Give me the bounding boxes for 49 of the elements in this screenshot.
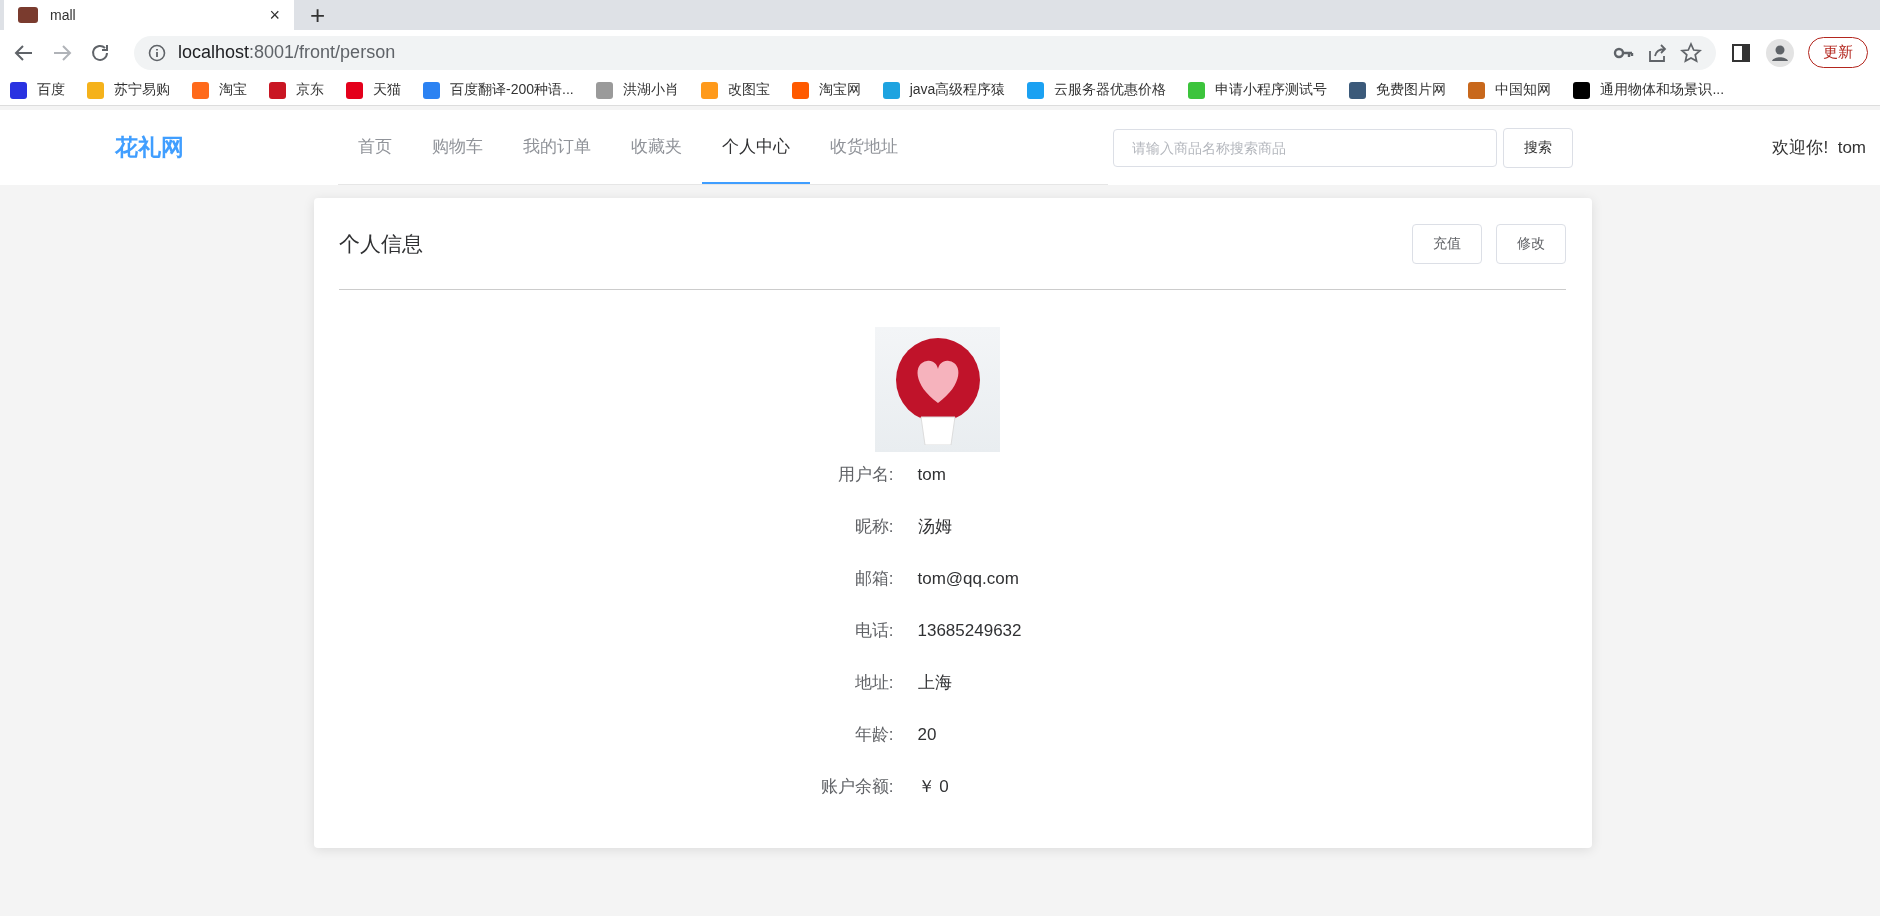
browser-tab[interactable]: mall ×: [4, 0, 294, 30]
field-value: ￥ 0: [917, 776, 950, 798]
field-label: 昵称:: [853, 516, 895, 538]
bookmark-link[interactable]: 苏宁易购: [114, 81, 170, 99]
field-label: 年龄:: [853, 724, 895, 746]
field-label: 地址:: [853, 672, 895, 694]
star-icon[interactable]: [1680, 41, 1702, 64]
favicon-icon: [18, 7, 38, 23]
bookmark-link[interactable]: 改图宝: [727, 81, 770, 99]
bookmark-link[interactable]: 云服务器优惠价格: [1054, 81, 1167, 99]
side-panel-icon[interactable]: [1730, 41, 1752, 64]
tab-title: mall: [50, 7, 77, 23]
card-title: 个人信息: [339, 231, 424, 257]
field-label: 用户名:: [836, 464, 895, 486]
bookmark-link[interactable]: 天猫: [373, 81, 401, 99]
field-label: 电话:: [853, 620, 895, 642]
field-label: 账户余额:: [819, 776, 895, 798]
field-value: tom: [917, 464, 947, 486]
bookmark-link[interactable]: 百度翻译-200种语...: [450, 81, 574, 99]
field-value: tom@qq.com: [917, 568, 1020, 590]
address-bar[interactable]: localhost:8001/front/person: [134, 35, 1716, 70]
bookmark-link[interactable]: 百度: [37, 81, 65, 99]
nav-tab[interactable]: 个人中心: [702, 110, 810, 184]
action-button[interactable]: 修改: [1496, 224, 1566, 264]
share-icon[interactable]: [1646, 41, 1668, 64]
field-value: 20: [917, 724, 938, 746]
bookmark-link[interactable]: 淘宝网: [818, 81, 861, 99]
bookmark-link[interactable]: java高级程序猿: [909, 81, 1006, 99]
profile-icon[interactable]: [1766, 38, 1794, 67]
new-tab-button[interactable]: +: [310, 0, 326, 30]
field-label: 邮箱:: [853, 568, 895, 590]
url-text: localhost:8001/front/person: [178, 42, 396, 63]
bookmark-link[interactable]: 中国知网: [1495, 81, 1552, 99]
field-value: 汤姆: [917, 516, 953, 538]
bookmark-link[interactable]: 淘宝: [219, 81, 247, 99]
welcome-text: 欢迎你! tom: [1772, 137, 1867, 159]
bookmark-link[interactable]: 申请小程序测试号: [1215, 81, 1328, 99]
field-value: 13685249632: [917, 620, 1023, 642]
bookmark-link[interactable]: 通用物体和场景识...: [1600, 81, 1725, 99]
update-button[interactable]: 更新: [1808, 37, 1868, 68]
bookmark-link[interactable]: 京东: [296, 81, 324, 99]
action-button[interactable]: 充值: [1412, 224, 1482, 264]
close-icon[interactable]: ×: [269, 4, 280, 26]
bookmark-link[interactable]: 免费图片网: [1376, 81, 1447, 99]
search-field[interactable]: 请输入商品名称搜索商品: [1113, 128, 1497, 167]
bookmark-link[interactable]: 洪湖小肖: [622, 81, 679, 99]
info-icon: [148, 43, 166, 62]
field-value: 上海: [917, 672, 953, 694]
search-button[interactable]: 搜索: [1503, 127, 1573, 168]
